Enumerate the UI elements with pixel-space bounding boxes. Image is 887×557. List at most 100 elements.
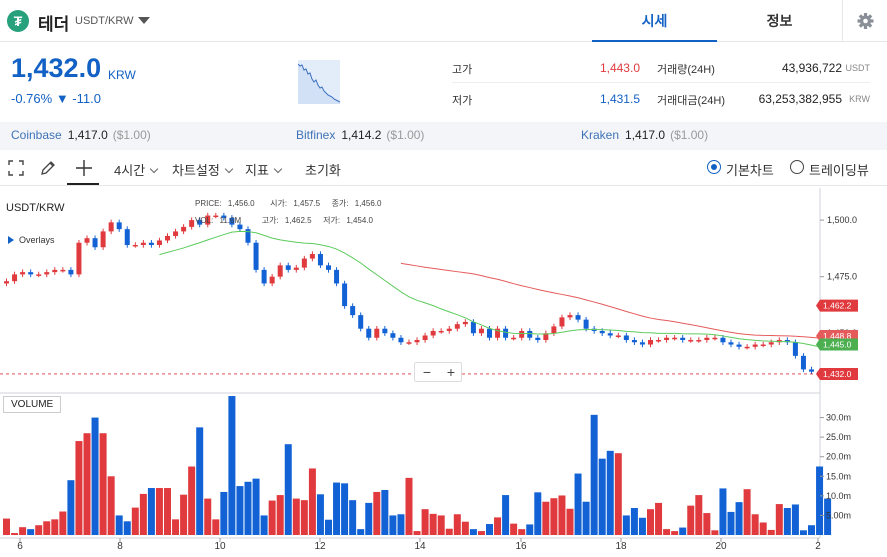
chart-pair-label: USDT/KRW [6, 202, 65, 214]
candle [462, 321, 468, 325]
tab-market[interactable]: 시세 [592, 0, 717, 42]
candle [511, 337, 517, 340]
zoom-in-button[interactable]: + [439, 363, 463, 381]
header: ₮ 테더 USDT/KRW 시세 정보 [0, 0, 887, 42]
volume-bar [268, 500, 276, 535]
exchange-price: 1,417.0 [625, 128, 666, 142]
volume-bar [791, 504, 799, 535]
candle [36, 274, 42, 276]
candle [656, 340, 662, 342]
candle [478, 328, 484, 334]
candle [398, 337, 404, 343]
candle [567, 315, 573, 318]
volume-bar [703, 513, 711, 535]
current-price: 1,432.0 [11, 53, 102, 83]
zoom-controls: − + [414, 362, 462, 382]
reset-button[interactable]: 초기화 [305, 160, 341, 179]
price-badge-label: 1,445.0 [823, 340, 852, 350]
candle [487, 328, 492, 338]
basic-chart-label[interactable]: 기본차트 [726, 160, 774, 179]
exchange-kraken: Kraken 1,417.0 ($1.00) [581, 128, 708, 142]
overlays-toggle[interactable]: Overlays [8, 235, 55, 245]
crosshair-icon[interactable] [74, 158, 94, 178]
candle [728, 342, 734, 345]
volume-bar [397, 514, 405, 535]
volume-bar [139, 493, 147, 535]
volume-bar [115, 515, 123, 535]
time-tick-label: 16 [515, 541, 527, 552]
volume-label: 거래량(24H) [657, 64, 715, 76]
candle [334, 269, 340, 284]
legend-vol-label: VOL: [195, 216, 214, 225]
chart-settings-label: 차트설정 [172, 163, 220, 178]
volume-bar [333, 482, 341, 535]
candle [350, 306, 356, 316]
volume-bar [357, 529, 365, 535]
settings-button[interactable] [842, 0, 887, 42]
candle [664, 337, 670, 341]
coin-name[interactable]: 테더 [38, 10, 69, 35]
candle [366, 328, 372, 338]
coin-pair[interactable]: USDT/KRW [75, 15, 133, 27]
volume-bar [413, 531, 421, 535]
volume-bar [373, 491, 381, 535]
candle [358, 315, 364, 329]
candle [100, 231, 106, 248]
exchange-coinbase: Coinbase 1,417.0 ($1.00) [11, 128, 151, 142]
volume-bar [107, 476, 115, 535]
candle [615, 335, 621, 337]
interval-dropdown[interactable]: 4시간 [114, 160, 159, 179]
volume-panel-label: VOLUME [3, 396, 62, 413]
volume-bar [743, 489, 751, 535]
volume-bar [598, 458, 606, 535]
candle [575, 315, 581, 320]
high-value: 1,443.0 [599, 61, 640, 75]
chevron-down-icon[interactable] [138, 17, 150, 24]
volume-bar [526, 524, 534, 535]
tradingview-label[interactable]: 트레이딩뷰 [809, 160, 869, 179]
volume-bar [477, 531, 485, 535]
candle [430, 330, 436, 336]
fullscreen-icon[interactable] [6, 158, 26, 178]
app-root: ₮ 테더 USDT/KRW 시세 정보 1,432.0 KRW -0.76% ▼… [0, 0, 887, 557]
play-triangle-icon [8, 236, 14, 244]
volume-bar [284, 444, 292, 535]
volume-bar [751, 514, 759, 535]
volume-bar [228, 396, 236, 535]
pencil-icon[interactable] [38, 158, 58, 178]
candle [414, 340, 420, 343]
candle [342, 283, 348, 307]
volume-bar [808, 525, 815, 535]
candle [156, 240, 162, 245]
exchange-price: 1,417.0 [67, 128, 108, 142]
basic-chart-radio[interactable] [707, 160, 721, 174]
volume-bar [630, 507, 638, 535]
tab-info[interactable]: 정보 [717, 0, 842, 42]
candle [124, 229, 130, 245]
volume-value: 43,936,722 [781, 61, 842, 75]
tradingview-radio[interactable] [790, 160, 804, 174]
time-tick-label: 6 [17, 541, 23, 552]
candle [52, 269, 58, 273]
ohlc-legend: PRICE: 1,456.0 시가: 1,457.5 종가: 1,456.0 V… [195, 198, 381, 226]
volume-bar [469, 529, 477, 535]
candle [607, 333, 613, 336]
candle [672, 337, 678, 340]
chart-settings-dropdown[interactable]: 차트설정 [172, 160, 234, 179]
high-label: 고가 [452, 64, 473, 76]
volume-bar [236, 486, 244, 535]
volume-bar [558, 495, 566, 535]
exchange-usd: ($1.00) [112, 128, 151, 142]
price-change: -0.76% ▼ -11.0 [11, 91, 101, 106]
zoom-out-button[interactable]: − [415, 363, 439, 381]
indicators-dropdown[interactable]: 지표 [245, 160, 283, 179]
price-unit: KRW [108, 68, 136, 82]
candle [792, 342, 798, 356]
candle [60, 269, 66, 272]
volume-bar [461, 521, 469, 535]
volume-bar [244, 481, 252, 535]
volume-bar [3, 518, 10, 535]
volume-bar [365, 502, 373, 535]
volume-bar [180, 494, 188, 535]
candle [688, 340, 694, 342]
